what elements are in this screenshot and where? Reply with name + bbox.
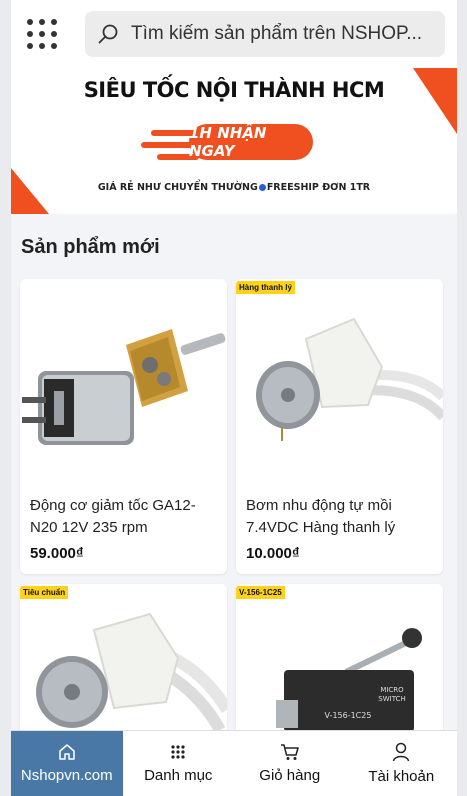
nav-label: Giỏ hàng <box>259 767 321 784</box>
product-image <box>20 279 227 479</box>
product-tag: V-156-1C25 <box>236 586 285 599</box>
search-placeholder: Tìm kiếm sản phẩm trên NSHOP... <box>131 23 423 44</box>
banner-subtitle-right: FREESHIP ĐƠN 1TR <box>266 182 371 193</box>
nav-item-account[interactable]: Tài khoản <box>346 731 458 796</box>
home-icon <box>59 744 75 760</box>
nav-label: Tài khoản <box>368 768 435 785</box>
banner-title: SIÊU TỐC NỘI THÀNH HCM <box>83 78 385 102</box>
section-title: Sản phẩm mới <box>21 236 160 258</box>
product-price: 59.000₫ <box>30 545 84 562</box>
promo-banner[interactable]: SIÊU TỐC NỘI THÀNH HCM 1H NHẬN NGAY GIÁ … <box>11 68 457 214</box>
product-tag: Hàng thanh lý <box>236 281 295 294</box>
switch-label: V-156-1C25 <box>325 711 372 720</box>
cart-icon <box>280 744 299 760</box>
grid-icon <box>171 745 185 759</box>
nav-label: Nshopvn.com <box>20 767 113 784</box>
product-price: 10.000₫ <box>246 545 300 562</box>
product-card[interactable]: Hàng thanh lý Bơm nhu động tự mồi 7.4VDC… <box>236 279 443 574</box>
nav-item-cart[interactable]: Giỏ hàng <box>234 731 346 796</box>
search-icon <box>98 24 118 44</box>
header: Tìm kiếm sản phẩm trên NSHOP... <box>11 0 457 68</box>
nav-label: Danh mục <box>144 767 213 784</box>
svg-text:MICRO: MICRO <box>380 686 404 694</box>
user-icon <box>393 742 410 762</box>
banner-subtitle-left: GIÁ RẺ NHƯ CHUYỂN THƯỜNG <box>97 182 258 193</box>
menu-grid-icon[interactable] <box>27 19 57 49</box>
banner-subtitle: GIÁ RẺ NHƯ CHUYỂN THƯỜNG FREESHIP ĐƠN 1TR <box>11 182 457 193</box>
nav-item-home[interactable]: Nshopvn.com <box>11 731 123 796</box>
bottom-nav: Nshopvn.com Danh mục Giỏ hàng Tài khoản <box>11 730 457 796</box>
product-card[interactable]: Động cơ giảm tốc GA12-N20 12V 235 rpm 59… <box>20 279 227 574</box>
product-name: Bơm nhu động tự mồi 7.4VDC Hàng thanh lý <box>246 497 396 536</box>
banner-pill: 1H NHẬN NGAY <box>189 124 313 160</box>
app-frame: Tìm kiếm sản phẩm trên NSHOP... SIÊU TỐC… <box>11 0 457 796</box>
nav-item-categories[interactable]: Danh mục <box>123 731 235 796</box>
product-image: Hàng thanh lý <box>236 279 443 479</box>
svg-text:SWITCH: SWITCH <box>378 695 405 703</box>
search-input[interactable]: Tìm kiếm sản phẩm trên NSHOP... <box>85 11 445 57</box>
dot-icon <box>258 184 266 191</box>
product-name: Động cơ giảm tốc GA12-N20 12V 235 rpm <box>30 497 196 536</box>
product-tag: Tiêu chuẩn <box>20 586 69 599</box>
